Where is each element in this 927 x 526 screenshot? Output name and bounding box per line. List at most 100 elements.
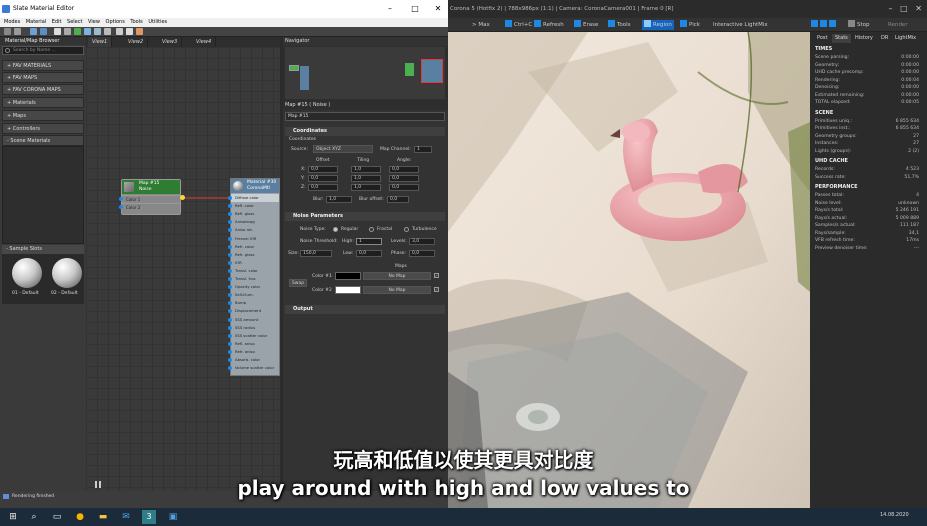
- select-tool-icon[interactable]: [4, 28, 11, 35]
- material-slot-row[interactable]: SSS radius: [231, 324, 279, 332]
- library-scene-materials[interactable]: - Scene Materials: [2, 135, 84, 146]
- blur-offset-spinner[interactable]: 0,0: [387, 196, 409, 203]
- tab-stats[interactable]: Stats: [832, 34, 851, 43]
- material-input-socket[interactable]: [228, 333, 232, 338]
- low-spinner[interactable]: 0,0: [356, 250, 382, 257]
- library-maps[interactable]: + Maps: [2, 110, 84, 121]
- size-spinner[interactable]: 150,0: [300, 250, 332, 257]
- material-slot-row[interactable]: Refr. aniso: [231, 348, 279, 356]
- noise-map-node[interactable]: Map #15 Noise Color 1 Color 2: [119, 179, 185, 215]
- tab-history[interactable]: History: [852, 34, 876, 43]
- tab-post[interactable]: Post: [814, 34, 830, 43]
- material-slot-row[interactable]: Refl. color: [231, 202, 279, 210]
- source-dropdown[interactable]: Object XYZ: [313, 145, 373, 153]
- material-slot-row[interactable]: Diffuse color: [231, 194, 279, 203]
- noise-input-socket-2[interactable]: [119, 205, 123, 209]
- material-slot-row[interactable]: Displacement: [231, 307, 279, 315]
- color2-map-button[interactable]: No Map: [363, 286, 431, 294]
- tab-view4[interactable]: View4: [192, 37, 217, 47]
- tab-dr[interactable]: DR: [878, 34, 891, 43]
- menu-select[interactable]: Select: [67, 18, 82, 27]
- tiling-x-spinner[interactable]: 1,0: [351, 166, 381, 173]
- vfb-window-controls[interactable]: – □ ✕: [860, 0, 927, 18]
- material-slot-row[interactable]: Bump: [231, 299, 279, 307]
- material-input-socket[interactable]: [228, 236, 232, 241]
- angle-y-spinner[interactable]: 0,0: [389, 175, 419, 182]
- 3dsmax-icon[interactable]: 3: [142, 510, 156, 524]
- navigator-view[interactable]: [285, 47, 445, 99]
- noise-color2-slot[interactable]: Color 2: [122, 203, 180, 211]
- vfb-erase-button[interactable]: Erase: [574, 20, 598, 30]
- angle-x-spinner[interactable]: 0,0: [389, 166, 419, 173]
- tiling-z-spinner[interactable]: 1,0: [351, 184, 381, 191]
- tab-lightmix[interactable]: LightMix: [892, 34, 919, 43]
- color2-swatch[interactable]: [335, 286, 361, 294]
- pick-material-icon[interactable]: [14, 28, 21, 35]
- map-channel-spinner[interactable]: 1: [414, 146, 432, 153]
- tab-view3[interactable]: View3: [158, 37, 183, 47]
- close-button[interactable]: ✕: [426, 0, 450, 18]
- sample-slot-1[interactable]: [12, 258, 42, 288]
- material-input-socket[interactable]: [228, 196, 232, 200]
- tab-view1[interactable]: View1: [88, 37, 113, 47]
- nav-viewport-rect[interactable]: [421, 59, 443, 83]
- tiling-y-spinner[interactable]: 1,0: [351, 175, 381, 182]
- rollout-output[interactable]: Output: [285, 305, 445, 314]
- material-slot-row[interactable]: Transl. color: [231, 267, 279, 275]
- color2-map-checkbox[interactable]: ✓: [434, 287, 439, 292]
- noise-color1-slot[interactable]: Color 1: [122, 195, 180, 203]
- menu-view[interactable]: View: [88, 18, 100, 27]
- task-view-icon[interactable]: ▭: [50, 510, 64, 524]
- library-fav-materials[interactable]: + FAV MATERIALS: [2, 60, 84, 71]
- node-view[interactable]: Map #15 Noise Color 1 Color 2 Material #…: [86, 47, 280, 491]
- vfb-max-button[interactable]: > Max: [472, 20, 490, 30]
- menu-options[interactable]: Options: [106, 18, 125, 27]
- vfb-copy-button[interactable]: Ctrl+C: [505, 20, 532, 30]
- library-materials[interactable]: + Materials: [2, 97, 84, 108]
- search-input[interactable]: Search by Name ...: [2, 46, 84, 55]
- vfb-lightmix-button[interactable]: Interactive LightMix: [713, 20, 768, 30]
- noise-type-fractal-radio[interactable]: [369, 227, 374, 232]
- hide-unused-icon[interactable]: [64, 28, 71, 35]
- material-slot-row[interactable]: Anisotropy: [231, 218, 279, 226]
- material-slot-row[interactable]: Aniso rot.: [231, 226, 279, 234]
- material-slot-row[interactable]: Refl. aniso: [231, 340, 279, 348]
- vfb-stop-button[interactable]: Stop: [848, 20, 870, 30]
- material-slot-row[interactable]: Transl. frac: [231, 275, 279, 283]
- layout-all-icon[interactable]: [94, 28, 101, 35]
- material-input-socket[interactable]: [228, 358, 232, 362]
- vfb-render-button[interactable]: Render: [888, 20, 908, 30]
- assign-material-icon[interactable]: [30, 28, 37, 35]
- show-map-icon[interactable]: [74, 28, 81, 35]
- minimize-button[interactable]: –: [378, 0, 402, 18]
- select-by-material-icon[interactable]: [136, 28, 143, 35]
- start-icon[interactable]: ⊞: [6, 510, 20, 524]
- offset-x-spinner[interactable]: 0,0: [308, 166, 338, 173]
- angle-z-spinner[interactable]: 0,0: [389, 184, 419, 191]
- sample-slot-2[interactable]: [52, 258, 82, 288]
- vfb-view-buttons[interactable]: [811, 20, 838, 30]
- menu-utilities[interactable]: Utilities: [148, 18, 167, 27]
- library-controllers[interactable]: + Controllers: [2, 123, 84, 134]
- delete-icon[interactable]: [40, 28, 47, 35]
- material-input-socket[interactable]: [228, 277, 232, 281]
- material-slot-row[interactable]: Opacity color: [231, 283, 279, 291]
- material-map-browser-icon[interactable]: [116, 28, 123, 35]
- rollout-coordinates[interactable]: Coordinates: [285, 127, 445, 136]
- file-explorer-icon[interactable]: ▬: [96, 510, 110, 524]
- material-slot-row[interactable]: Refr. gloss: [231, 251, 279, 259]
- menu-tools[interactable]: Tools: [130, 18, 142, 27]
- rollout-noise-parameters[interactable]: Noise Parameters: [285, 212, 445, 221]
- material-input-socket[interactable]: [228, 349, 232, 354]
- offset-y-spinner[interactable]: 0,0: [308, 175, 338, 182]
- material-input-socket[interactable]: [228, 260, 232, 265]
- material-slot-row[interactable]: Refl. gloss: [231, 210, 279, 218]
- material-slot-row[interactable]: SSS amount: [231, 316, 279, 324]
- noise-type-turbulence-radio[interactable]: [404, 227, 409, 232]
- phase-spinner[interactable]: 0,0: [409, 250, 435, 257]
- material-input-socket[interactable]: [228, 341, 232, 346]
- tab-view2[interactable]: View2: [124, 37, 149, 47]
- chrome-icon[interactable]: ●: [73, 510, 87, 524]
- vfb-region-button[interactable]: Region: [642, 20, 674, 30]
- vfb-pick-button[interactable]: Pick: [680, 20, 700, 30]
